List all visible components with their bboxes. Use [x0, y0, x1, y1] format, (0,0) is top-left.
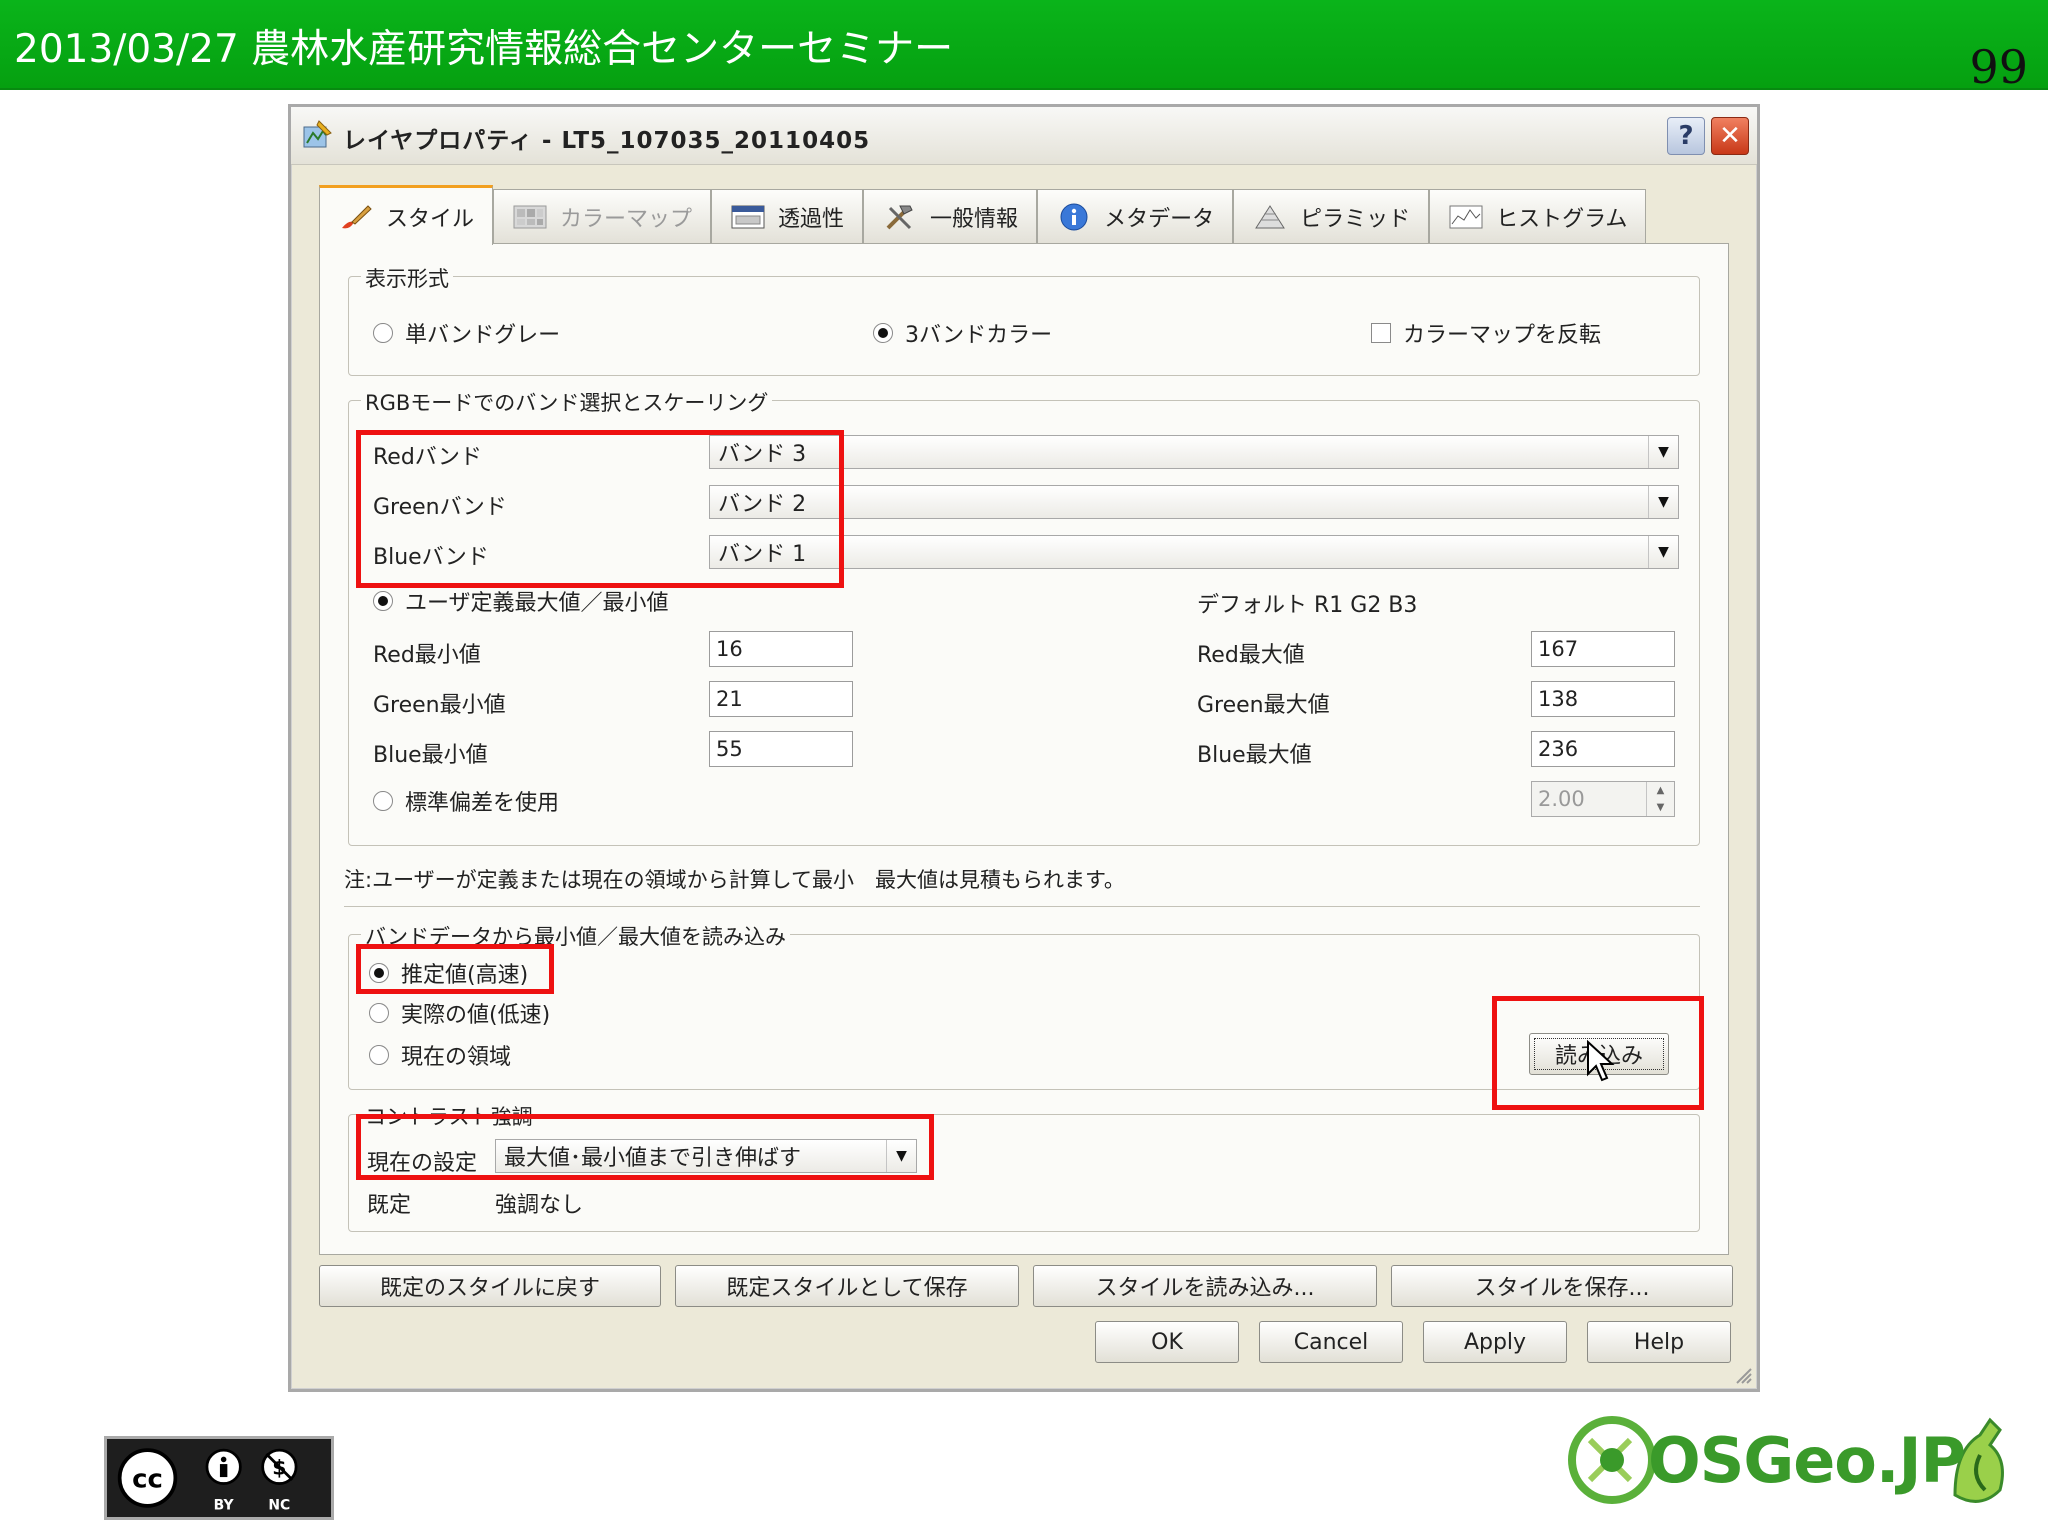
use-stddev-radio[interactable]: 標準偏差を使用 — [373, 785, 559, 817]
tab-histogram[interactable]: ヒストグラム — [1429, 189, 1647, 243]
osgeo-jp-text: OSGeo.JP — [1648, 1424, 1966, 1497]
divider — [344, 906, 1700, 907]
red-min-label: Red最小値 — [373, 643, 481, 668]
actual-slow-radio[interactable]: 実際の値(低速) — [369, 997, 550, 1029]
estimate-radio-highlight — [356, 944, 554, 994]
tab-colormap-label: カラーマップ — [560, 206, 693, 232]
help-button[interactable]: Help — [1587, 1321, 1731, 1363]
close-icon[interactable]: ✕ — [1711, 117, 1749, 155]
user-defined-minmax-radio[interactable]: ユーザ定義最大値／最小値 — [373, 585, 669, 617]
blue-min-label: Blue最小値 — [373, 743, 488, 768]
blue-band-select[interactable]: バンド 1 ▼ — [709, 535, 1679, 569]
stddev-spinbox[interactable]: 2.00 ▲ ▼ — [1531, 781, 1675, 817]
contrast-default-value: 強調なし — [495, 1193, 584, 1218]
help-icon[interactable]: ? — [1667, 117, 1705, 155]
green-max-input[interactable]: 138 — [1531, 681, 1675, 717]
cancel-button[interactable]: Cancel — [1259, 1321, 1403, 1363]
default-band-text: デフォルト R1 G2 B3 — [1197, 593, 1418, 618]
blue-max-label: Blue最大値 — [1197, 743, 1312, 768]
band-selection-highlight — [356, 430, 844, 588]
creative-commons-by-nc-badge: cc $ BY NC — [104, 1436, 334, 1520]
tab-bar: スタイル カラーマップ 透過性 一般情報 メタデータ ピラミッド ヒストグラム — [319, 185, 1647, 245]
info-icon — [1060, 203, 1088, 230]
mouse-cursor-icon — [1587, 1040, 1615, 1082]
svg-text:NC: NC — [268, 1498, 290, 1514]
save-as-default-style-button[interactable]: 既定スタイルとして保存 — [675, 1265, 1019, 1307]
tools-icon — [886, 205, 913, 229]
tab-transparency-label: 透過性 — [778, 206, 845, 232]
red-max-input[interactable]: 167 — [1531, 631, 1675, 667]
restore-default-style-button[interactable]: 既定のスタイルに戻す — [319, 1265, 661, 1307]
tab-general-label: 一般情報 — [930, 206, 1019, 232]
tab-pyramids-label: ピラミッド — [1300, 206, 1411, 232]
resize-grip-icon[interactable] — [1731, 1363, 1753, 1385]
paintbrush-icon — [342, 204, 372, 228]
red-min-input[interactable]: 16 — [709, 631, 853, 667]
slide-page-number: 99 — [1969, 40, 2028, 94]
slide-header: 2013/03/27 農林水産研究情報総合センターセミナー 99 — [0, 0, 2048, 94]
svg-text:BY: BY — [214, 1498, 235, 1514]
pyramid-icon — [1255, 204, 1285, 228]
tab-pyramids[interactable]: ピラミッド — [1233, 189, 1430, 243]
svg-text:cc: cc — [132, 1464, 163, 1494]
colormap-icon — [513, 205, 547, 228]
tab-style-label: スタイル — [386, 206, 475, 232]
minmax-note: 注:ユーザーが定義または現在の領域から計算して最小 最大値は見積もられます。 — [344, 868, 1125, 892]
chevron-down-icon[interactable]: ▼ — [1648, 436, 1678, 468]
tab-metadata-label: メタデータ — [1104, 206, 1215, 232]
green-band-select[interactable]: バンド 2 ▼ — [709, 485, 1679, 519]
green-min-input[interactable]: 21 — [709, 681, 853, 717]
display-format-group: 表示形式 単バンドグレー 3バンドカラー カラーマップを反転 — [348, 263, 1700, 376]
transparency-icon — [731, 205, 765, 228]
three-band-color-radio[interactable]: 3バンドカラー — [873, 317, 1052, 349]
raster-layer-icon — [303, 120, 332, 148]
blue-min-input[interactable]: 55 — [709, 731, 853, 767]
red-max-label: Red最大値 — [1197, 643, 1305, 668]
blue-max-input[interactable]: 236 — [1531, 731, 1675, 767]
histogram-icon — [1449, 205, 1483, 228]
slide-title: 2013/03/27 農林水産研究情報総合センターセミナー — [14, 27, 954, 72]
contrast-default-label: 既定 — [367, 1193, 412, 1218]
tab-transparency[interactable]: 透過性 — [711, 189, 864, 243]
contrast-setting-highlight — [356, 1114, 934, 1180]
spin-arrows-icon[interactable]: ▲ ▼ — [1646, 782, 1674, 816]
single-band-gray-radio[interactable]: 単バンドグレー — [373, 317, 560, 349]
rgb-group-title: RGBモードでのバンド選択とスケーリング — [361, 387, 773, 417]
invert-colormap-checkbox[interactable]: カラーマップを反転 — [1371, 317, 1601, 349]
layer-properties-dialog: レイヤプロパティ - LT5_107035_20110405 ? ✕ スタイル … — [288, 104, 1760, 1392]
dialog-titlebar[interactable]: レイヤプロパティ - LT5_107035_20110405 ? ✕ — [291, 107, 1757, 165]
save-style-button[interactable]: スタイルを保存... — [1391, 1265, 1733, 1307]
green-max-label: Green最大値 — [1197, 693, 1330, 718]
tab-histogram-label: ヒストグラム — [1496, 206, 1628, 232]
ok-button[interactable]: OK — [1095, 1321, 1239, 1363]
green-min-label: Green最小値 — [373, 693, 506, 718]
load-style-button[interactable]: スタイルを読み込み... — [1033, 1265, 1377, 1307]
chevron-down-icon[interactable]: ▼ — [1648, 486, 1678, 518]
apply-button[interactable]: Apply — [1423, 1321, 1567, 1363]
tab-colormap[interactable]: カラーマップ — [493, 189, 712, 243]
chevron-down-icon[interactable]: ▼ — [1648, 536, 1678, 568]
current-extent-radio[interactable]: 現在の領域 — [369, 1039, 511, 1071]
red-band-select[interactable]: バンド 3 ▼ — [709, 435, 1679, 469]
dialog-title: レイヤプロパティ - LT5_107035_20110405 — [343, 128, 871, 154]
tab-metadata[interactable]: メタデータ — [1037, 189, 1234, 243]
display-format-title: 表示形式 — [361, 263, 453, 293]
tab-general[interactable]: 一般情報 — [863, 189, 1038, 243]
tab-style[interactable]: スタイル — [319, 185, 494, 245]
